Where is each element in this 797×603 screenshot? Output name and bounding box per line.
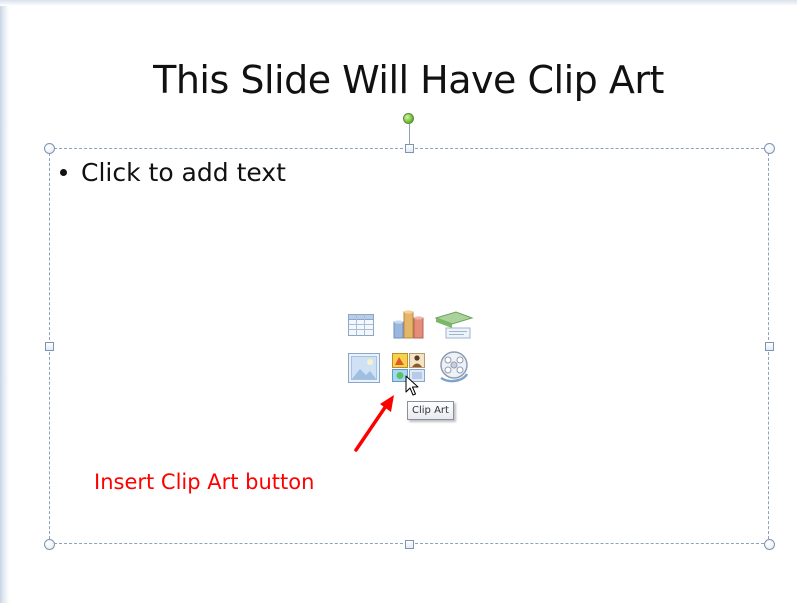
resize-handle-top-right[interactable] [764,143,775,154]
slide-top-edge [0,0,797,6]
resize-handle-bottom[interactable] [405,540,414,549]
resize-handle-right[interactable] [765,342,774,351]
slide-title[interactable]: This Slide Will Have Clip Art [20,58,797,102]
bullet-dot-icon [60,168,67,176]
insert-picture-icon[interactable] [347,352,380,383]
insert-table-icon[interactable] [347,311,375,339]
clip-art-tooltip: Clip Art [407,401,454,420]
rotate-handle[interactable] [403,113,414,124]
mouse-pointer-icon [405,375,419,402]
bullet-text: Click to add text [81,158,286,187]
insert-chart-icon[interactable] [392,308,424,339]
slide-pane-edge [0,0,10,603]
resize-handle-bottom-left[interactable] [44,539,55,550]
resize-handle-top-left[interactable] [44,143,55,154]
annotation-arrow-icon [350,395,400,460]
resize-handle-bottom-right[interactable] [764,539,775,550]
insert-media-clip-icon[interactable] [437,350,469,383]
resize-handle-left[interactable] [45,342,54,351]
bullet-placeholder-text[interactable]: Click to add text [58,158,286,187]
resize-handle-top[interactable] [405,144,414,153]
slide-editing-canvas: This Slide Will Have Clip Art Click to a… [0,0,797,603]
insert-smartart-icon[interactable] [434,310,474,339]
annotation-label: Insert Clip Art button [94,470,315,494]
